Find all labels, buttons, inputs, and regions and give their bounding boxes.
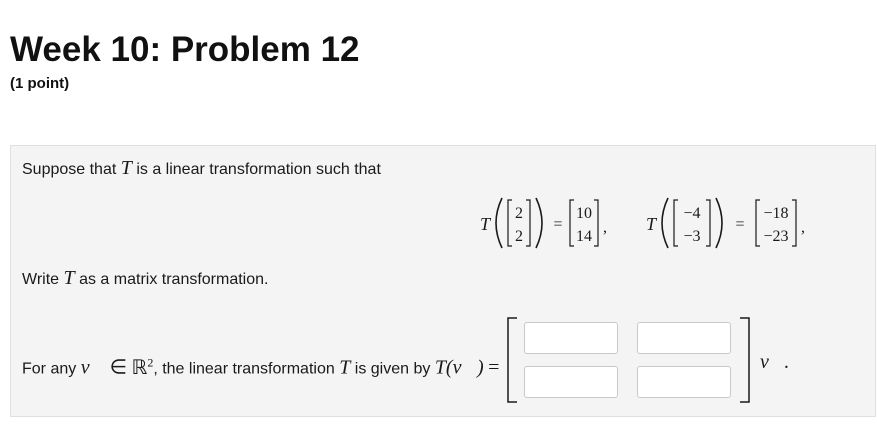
map-symbol-2: T: [646, 214, 658, 234]
transformation-equation: T 2 2 = 10 14 , T −4 −3 = −18 −23 ,: [480, 197, 805, 249]
answer-equals: =: [488, 356, 500, 379]
right-paren-2: [715, 197, 723, 249]
intro-prefix: Suppose that: [22, 161, 117, 178]
left-bracket-out-1: [569, 199, 574, 247]
element-of: ∈: [109, 356, 128, 379]
real-space: ℝ2: [131, 355, 153, 379]
input-2-top: −4: [683, 205, 700, 222]
real-symbol: ℝ: [131, 356, 148, 379]
intro-var: T: [120, 157, 132, 179]
instruction-text: Write T as a matrix transformation.: [22, 268, 268, 290]
matrix-left-bracket: [507, 317, 517, 403]
map-symbol-1: T: [480, 214, 492, 234]
points-label: (1 point): [10, 75, 70, 92]
comma-2: ,: [801, 219, 805, 236]
output-2-top: −18: [763, 205, 788, 222]
t-of-v: T(v⃗): [434, 356, 484, 379]
comma-1: ,: [603, 219, 607, 236]
right-paren-1: [535, 197, 543, 249]
right-bracket-out-1: [594, 199, 599, 247]
input-2-bottom: −3: [683, 228, 700, 245]
right-bracket-in-1: [526, 199, 531, 247]
intro-suffix: is a linear transformation such that: [136, 161, 381, 178]
vec-v: v⃗: [80, 356, 106, 379]
matrix-input-a22[interactable]: [637, 366, 731, 398]
answer-trailing-vec: v⃗.: [760, 351, 790, 373]
matrix-input-a21[interactable]: [524, 366, 618, 398]
instruction-var: T: [63, 267, 75, 289]
matrix-input-a11[interactable]: [524, 322, 618, 354]
instruction-prefix: Write: [22, 271, 60, 288]
page-title: Week 10: Problem 12: [10, 30, 360, 69]
right-bracket-in-2: [706, 199, 711, 247]
intro-text: Suppose that T is a linear transformatio…: [22, 158, 381, 180]
output-1-bottom: 14: [576, 228, 592, 245]
right-bracket-out-2: [792, 199, 797, 247]
answer-prefix: For any: [22, 360, 77, 378]
equals-2: =: [735, 216, 744, 233]
matrix-input-a12[interactable]: [637, 322, 731, 354]
left-bracket-in-2: [673, 199, 678, 247]
instruction-suffix: as a matrix transformation.: [79, 271, 269, 288]
equals-1: =: [553, 216, 562, 233]
answer-middle: , the linear transformation: [153, 360, 335, 378]
matrix-right-bracket: [740, 317, 750, 403]
input-1-bottom: 2: [515, 228, 523, 245]
left-bracket-out-2: [755, 199, 760, 247]
answer-var: T: [339, 356, 351, 379]
input-1-top: 2: [515, 205, 523, 222]
output-1-top: 10: [576, 205, 592, 222]
answer-suffix: is given by: [354, 360, 431, 378]
left-bracket-in-1: [507, 199, 512, 247]
left-paren-2: [661, 197, 669, 249]
left-paren-1: [495, 197, 503, 249]
output-2-bottom: −23: [763, 228, 788, 245]
answer-prompt: For any v⃗ ∈ ℝ2, the linear transformati…: [22, 352, 499, 380]
